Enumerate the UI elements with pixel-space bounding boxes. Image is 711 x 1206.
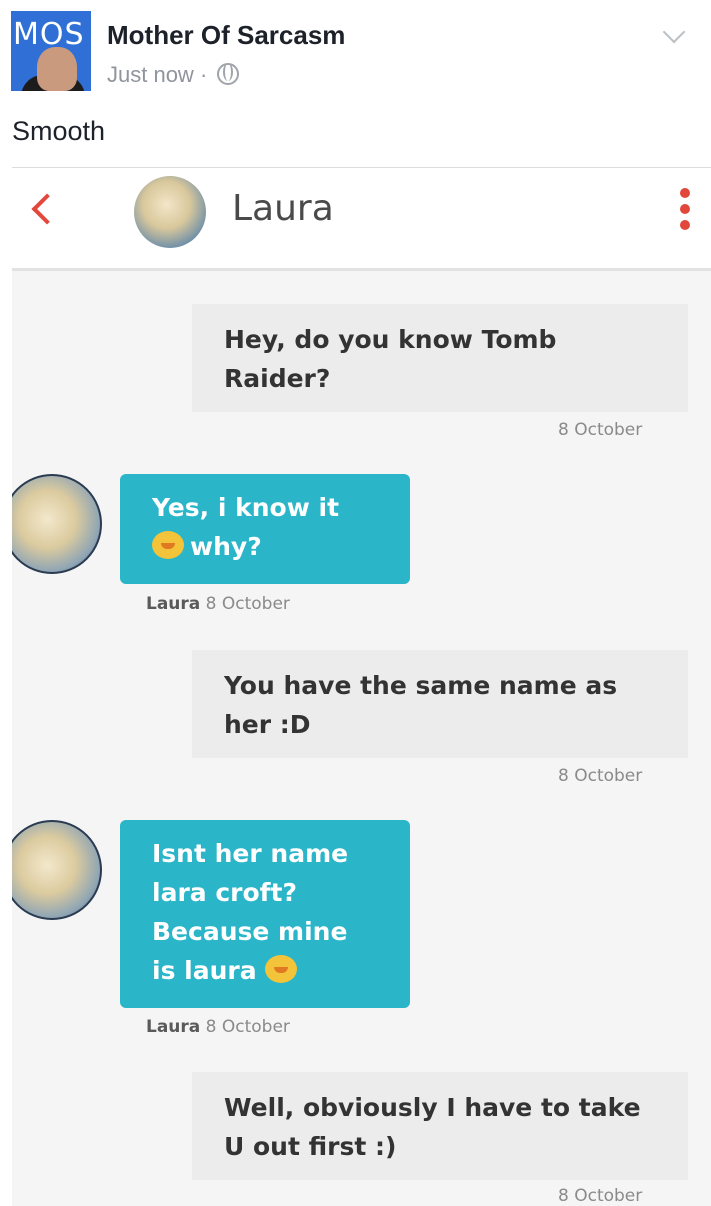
message-timestamp: 8 October: [558, 766, 643, 786]
chevron-down-icon[interactable]: [662, 20, 686, 44]
message-text: is laura: [152, 956, 257, 985]
message-sender: Laura: [146, 1017, 201, 1037]
message-meta: Laura 8 October: [146, 594, 290, 614]
message-line: U out first :): [224, 1132, 397, 1161]
message-timestamp: 8 October: [205, 594, 290, 614]
avatar-face: [37, 47, 77, 91]
message-text: why?: [190, 532, 262, 561]
message-line: lara croft?: [152, 878, 297, 907]
message-line: Isnt her name: [152, 839, 349, 868]
message-line: Well, obviously I have to take: [224, 1093, 641, 1122]
page-name[interactable]: Mother Of Sarcasm: [107, 20, 345, 51]
message-timestamp: 8 October: [558, 420, 643, 440]
message-line: Hey, do you know Tomb: [224, 325, 557, 354]
page-avatar[interactable]: MOS: [11, 11, 91, 91]
contact-name: Laura: [232, 188, 334, 229]
message-timestamp: 8 October: [205, 1017, 290, 1037]
message-line: Because mine: [152, 917, 348, 946]
post-header: MOS Mother Of Sarcasm Just now ·: [0, 0, 711, 100]
message-line: why?: [152, 527, 390, 566]
message-line: Raider?: [224, 364, 331, 393]
message-line: You have the same name as: [224, 671, 618, 700]
smiley-emoji-icon: [265, 955, 298, 983]
message-bubble-incoming: Yes, i know it why?: [120, 474, 410, 584]
message-bubble-outgoing: You have the same name as her :D: [192, 650, 688, 758]
contact-avatar: [134, 176, 206, 248]
message-bubble-outgoing: Well, obviously I have to take U out fir…: [192, 1072, 688, 1180]
message-line: Yes, i know it: [152, 493, 340, 522]
message-line: is laura: [152, 951, 390, 990]
meta-separator: ·: [199, 62, 208, 87]
embedded-chat-screenshot: Laura Hey, do you know Tomb Raider? 8 Oc…: [12, 167, 711, 1206]
globe-icon: [217, 63, 240, 85]
post-meta: Just now ·: [107, 62, 240, 88]
sender-avatar: [12, 474, 102, 574]
message-sender: Laura: [146, 594, 201, 614]
more-options-icon: [680, 188, 690, 238]
sender-avatar: [12, 820, 102, 920]
message-bubble-incoming: Isnt her name lara croft? Because mine i…: [120, 820, 410, 1008]
message-bubble-outgoing: Hey, do you know Tomb Raider?: [192, 304, 688, 412]
back-arrow-icon: [31, 193, 63, 225]
message-meta: Laura 8 October: [146, 1017, 290, 1037]
avatar-logo-text: MOS: [13, 17, 85, 52]
post-text: Smooth: [12, 116, 106, 146]
smiley-emoji-icon: [152, 531, 184, 559]
chat-header: Laura: [12, 168, 711, 271]
post-time[interactable]: Just now: [107, 62, 194, 87]
message-line: her :D: [224, 710, 311, 739]
message-timestamp: 8 October: [558, 1186, 643, 1206]
